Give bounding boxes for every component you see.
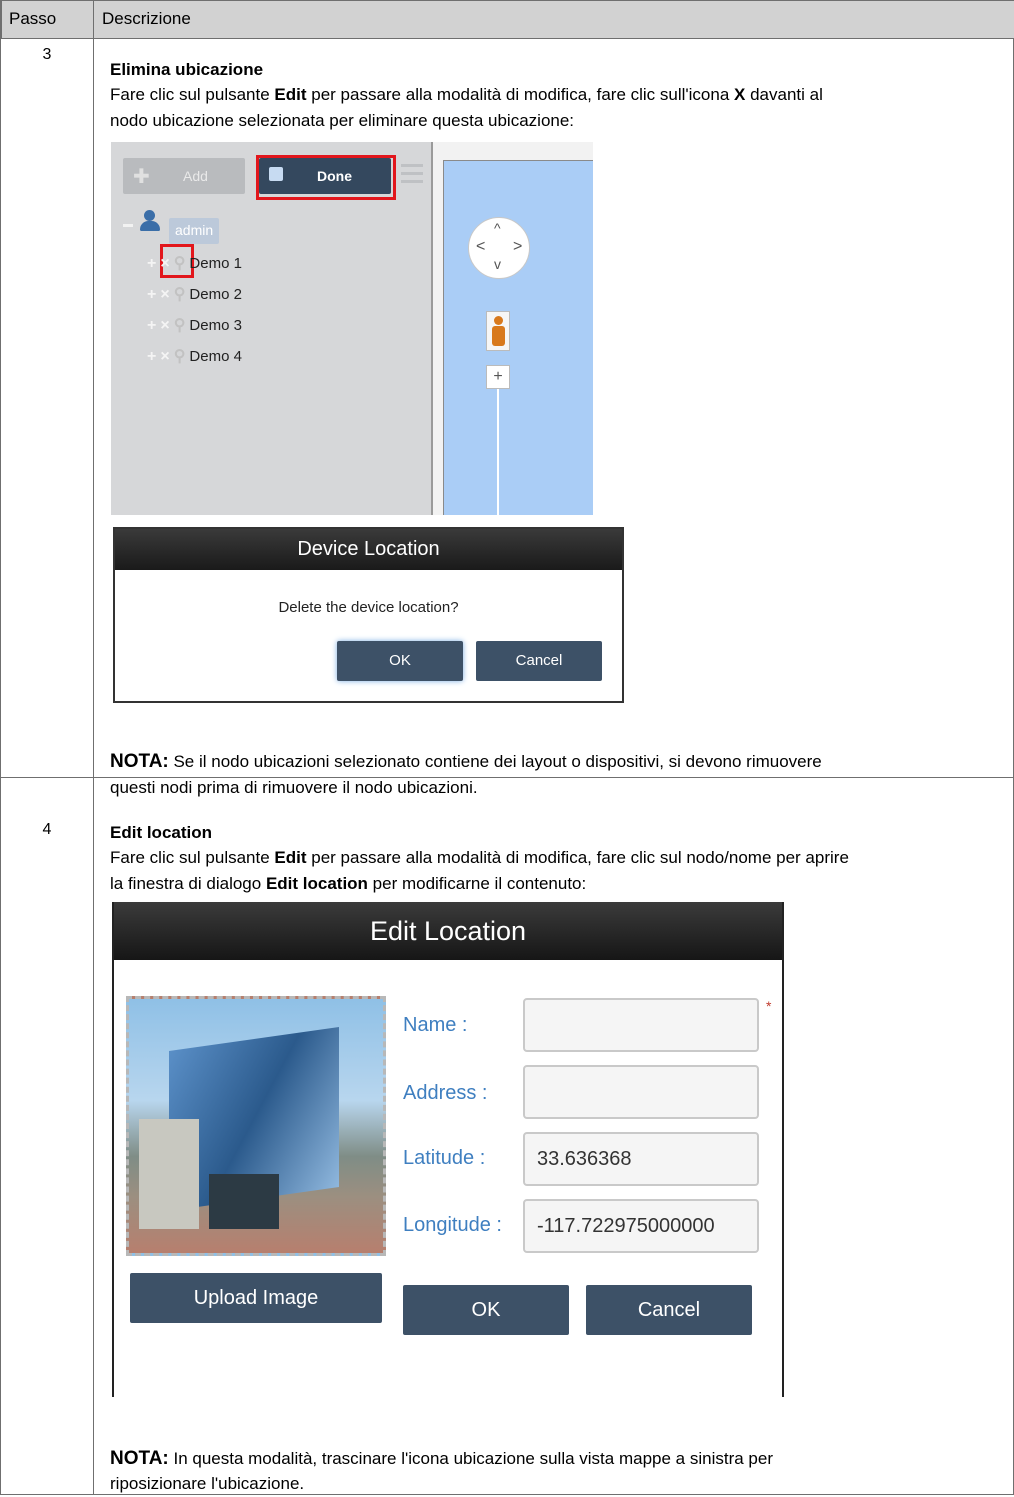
longitude-field[interactable]: -117.722975000000 [523, 1199, 759, 1253]
step-description-line: Fare clic sul pulsante Edit per passare … [110, 848, 849, 867]
street-view-pegman-icon[interactable] [486, 311, 510, 351]
pan-control-icon[interactable]: ^ < > v [468, 217, 530, 279]
step-description-line: Fare clic sul pulsante Edit per passare … [110, 85, 823, 104]
name-field[interactable] [523, 998, 759, 1052]
location-tree-screenshot: ✚ Add Done admin + × ⚲ Demo 1 + × ⚲ Demo 2 [111, 142, 593, 515]
cancel-button[interactable]: Cancel [476, 641, 602, 681]
collapse-icon[interactable] [123, 224, 133, 227]
location-pin-icon: ⚲ [173, 286, 186, 303]
plus-icon: + [147, 286, 157, 303]
step-number: 4 [42, 821, 52, 838]
close-icon[interactable]: × [160, 348, 169, 365]
close-icon[interactable]: × [160, 255, 169, 272]
save-icon [269, 167, 283, 181]
longitude-label: Longitude : [403, 1214, 502, 1236]
dialog-message: Delete the device location? [278, 599, 459, 616]
step-note-line: questi nodi prima di rimuovere il nodo u… [110, 778, 478, 797]
step-title: Edit location [110, 823, 212, 842]
done-button[interactable]: Done [259, 158, 391, 194]
add-button-label: Add [183, 168, 208, 184]
plus-icon: + [147, 317, 157, 334]
column-divider [93, 0, 94, 1495]
location-tree-panel: ✚ Add Done admin + × ⚲ Demo 1 + × ⚲ Demo 2 [111, 142, 433, 515]
menu-icon[interactable] [401, 164, 423, 188]
column-header-description: Descrizione [102, 9, 191, 28]
step-title: Elimina ubicazione [110, 60, 264, 79]
location-pin-icon: ⚲ [173, 317, 186, 334]
location-image [126, 996, 386, 1256]
step-description-line: la finestra di dialogo Edit location per… [110, 874, 587, 893]
cancel-button[interactable]: Cancel [586, 1285, 752, 1335]
dialog-title: Edit Location [114, 902, 782, 960]
user-group-icon [138, 210, 164, 234]
step-note-line: riposizionare l'ubicazione. [110, 1474, 305, 1493]
procedure-table: Passo Descrizione 3 Elimina ubicazione F… [0, 0, 1014, 1495]
tree-item[interactable]: + × ⚲ Demo 1 [147, 253, 242, 275]
dialog-title: Device Location [115, 529, 622, 570]
tree-item-label: Demo 1 [189, 255, 242, 272]
close-icon[interactable]: × [160, 317, 169, 334]
address-field[interactable] [523, 1065, 759, 1119]
step-note: NOTA: Se il nodo ubicazioni selezionato … [110, 751, 822, 772]
location-pin-icon: ⚲ [173, 255, 186, 272]
step-description-line: nodo ubicazione selezionata per eliminar… [110, 111, 575, 130]
plus-icon: + [147, 348, 157, 365]
latitude-label: Latitude : [403, 1147, 486, 1169]
plus-icon: + [147, 255, 157, 272]
tree-root-admin[interactable]: admin [169, 218, 220, 244]
tree-item-label: Demo 3 [189, 317, 242, 334]
location-pin-icon: ⚲ [173, 348, 186, 365]
plus-icon: ✚ [133, 166, 150, 188]
tree-item[interactable]: + × ⚲ Demo 4 [147, 346, 242, 368]
column-header-step: Passo [9, 9, 57, 28]
add-button[interactable]: ✚ Add [123, 158, 245, 194]
upload-image-button[interactable]: Upload Image [130, 1273, 382, 1323]
step-number: 3 [42, 46, 52, 63]
edit-location-dialog: Edit Location Name : * Address : Latitud… [112, 902, 784, 1397]
delete-location-dialog: Device Location Delete the device locati… [113, 527, 624, 703]
tree-item[interactable]: + × ⚲ Demo 2 [147, 284, 242, 306]
zoom-slider-track[interactable] [497, 389, 499, 515]
tree-item-label: Demo 2 [189, 286, 242, 303]
ok-button[interactable]: OK [403, 1285, 569, 1335]
step-note: NOTA: In questa modalità, trascinare l'i… [110, 1448, 773, 1469]
name-label: Name : [403, 1014, 468, 1036]
done-button-label: Done [317, 168, 352, 184]
tree-item-label: Demo 4 [189, 348, 242, 365]
map-view[interactable]: ^ < > v + [443, 160, 593, 515]
tree-item[interactable]: + × ⚲ Demo 3 [147, 315, 242, 337]
close-icon[interactable]: × [160, 286, 169, 303]
latitude-field[interactable]: 33.636368 [523, 1132, 759, 1186]
zoom-in-icon[interactable]: + [486, 365, 510, 389]
address-label: Address : [403, 1082, 488, 1104]
required-mark: * [766, 998, 772, 1014]
ok-button[interactable]: OK [337, 641, 463, 681]
